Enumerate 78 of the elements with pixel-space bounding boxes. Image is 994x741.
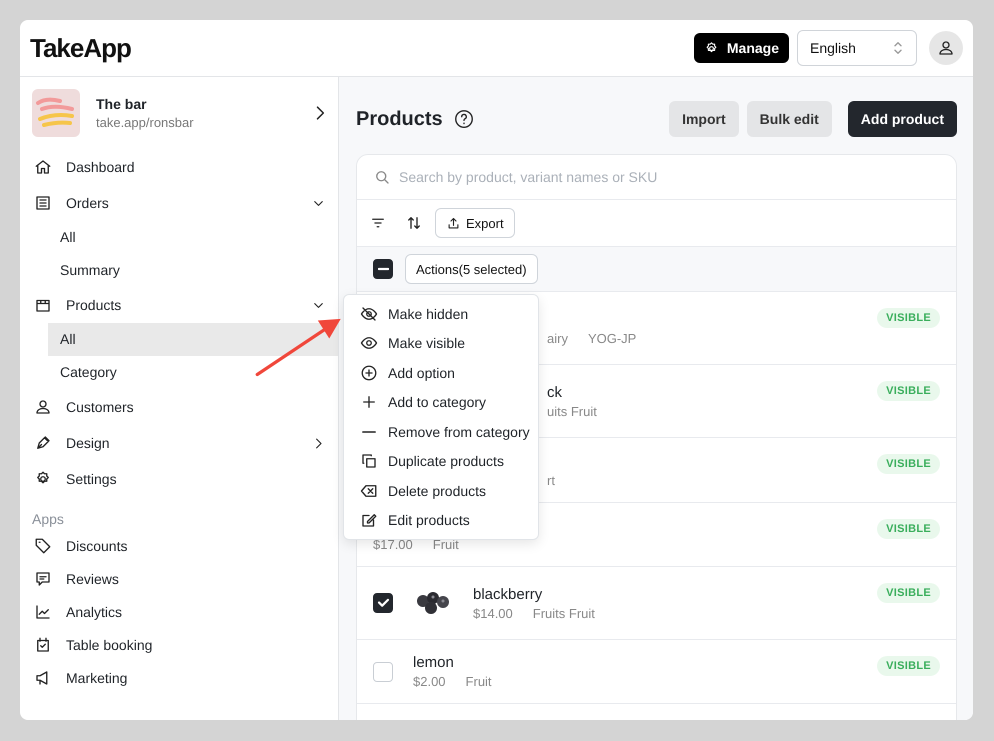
nav-item[interactable]: Customers bbox=[32, 389, 338, 425]
status-badge: VISIBLE bbox=[877, 308, 940, 328]
check-icon bbox=[378, 599, 388, 607]
minus-icon bbox=[378, 267, 388, 271]
store-url: take.app/ronsbar bbox=[96, 115, 194, 130]
eye-slash-icon bbox=[360, 304, 378, 323]
export-button[interactable]: Export bbox=[435, 208, 515, 238]
store-name: The bar bbox=[96, 96, 148, 112]
product-detail: YOG-JP bbox=[588, 330, 636, 346]
calendar-icon bbox=[34, 636, 52, 654]
app-logo: TakeApp bbox=[30, 32, 131, 64]
product-detail: Fruits Fruit bbox=[532, 606, 595, 620]
nav-item[interactable]: Analytics bbox=[32, 595, 338, 628]
add-button[interactable]: Add product bbox=[848, 101, 957, 137]
product-name: lemon bbox=[413, 654, 454, 671]
menu-item[interactable]: Add to category bbox=[344, 388, 538, 417]
menu-item[interactable]: Make hidden bbox=[344, 299, 538, 328]
section-heading: Apps bbox=[32, 511, 65, 527]
status-badge: VISIBLE bbox=[877, 381, 940, 401]
actions-button[interactable]: Actions(5 selected) bbox=[405, 254, 538, 284]
product-name: blackberry bbox=[473, 586, 542, 602]
search-icon bbox=[373, 168, 391, 186]
action-button[interactable]: Import bbox=[669, 101, 739, 137]
chat-icon bbox=[34, 570, 52, 588]
list-icon bbox=[34, 194, 52, 212]
product-detail: $17.00 bbox=[373, 537, 413, 552]
minus-icon bbox=[362, 430, 376, 434]
nav-item[interactable]: Marketing bbox=[32, 661, 338, 694]
product-detail: uits Fruit bbox=[547, 404, 597, 418]
upload-icon bbox=[446, 216, 461, 230]
nav-item[interactable]: Design bbox=[32, 425, 338, 461]
row-checkbox[interactable] bbox=[373, 593, 393, 613]
page-title: Products bbox=[356, 108, 443, 130]
action-button[interactable]: Bulk edit bbox=[746, 101, 832, 137]
language-select[interactable]: English bbox=[797, 30, 917, 66]
nav-item[interactable]: Table booking bbox=[32, 628, 338, 661]
nav-subitem[interactable]: All bbox=[48, 323, 338, 356]
edit-icon bbox=[360, 511, 378, 530]
nav-item[interactable]: Reviews bbox=[32, 562, 338, 595]
status-badge: VISIBLE bbox=[877, 519, 940, 539]
menu-item[interactable]: Duplicate products bbox=[344, 446, 538, 476]
search-field[interactable]: Search by product, variant names or SKU bbox=[397, 168, 940, 186]
user-icon bbox=[937, 39, 955, 57]
menu-item[interactable]: Make visible bbox=[344, 328, 538, 358]
account-button[interactable] bbox=[929, 31, 963, 65]
status-badge: VISIBLE bbox=[877, 583, 940, 603]
status-badge: VISIBLE bbox=[877, 454, 940, 474]
product-detail: airy bbox=[547, 330, 568, 346]
select-all-checkbox[interactable] bbox=[373, 259, 393, 279]
pen-icon bbox=[34, 434, 52, 452]
nav-subitem[interactable]: Category bbox=[48, 356, 338, 389]
product-detail: Fruit bbox=[466, 674, 492, 689]
menu-item[interactable]: Edit products bbox=[344, 506, 538, 535]
menu-item[interactable]: Delete products bbox=[344, 476, 538, 506]
nav-item[interactable]: Products bbox=[32, 287, 338, 323]
product-detail: $2.00 bbox=[413, 674, 446, 689]
copy-icon bbox=[360, 452, 378, 470]
menu-item[interactable]: Remove from category bbox=[344, 417, 538, 446]
product-detail: Fruit bbox=[432, 537, 459, 552]
home-icon bbox=[34, 158, 52, 176]
status-badge: VISIBLE bbox=[877, 656, 940, 676]
product-detail: $14.00 bbox=[473, 606, 513, 620]
tag-icon bbox=[34, 536, 52, 554]
help-icon[interactable] bbox=[452, 108, 475, 130]
nav-subitem[interactable]: Summary bbox=[48, 254, 338, 287]
menu-item[interactable]: Add option bbox=[344, 358, 538, 388]
chevron-updown-icon bbox=[892, 42, 904, 54]
sort-icon[interactable] bbox=[405, 214, 423, 232]
nav-subitem[interactable]: All bbox=[48, 221, 338, 254]
nav-item[interactable]: Discounts bbox=[32, 529, 338, 562]
product-name: ck bbox=[547, 384, 562, 400]
nav-item[interactable]: Dashboard bbox=[32, 149, 338, 185]
nav-item[interactable]: Orders bbox=[32, 185, 338, 221]
chart-icon bbox=[34, 602, 52, 620]
user-icon bbox=[34, 398, 52, 416]
nav-item[interactable]: Settings bbox=[32, 461, 338, 497]
manage-button[interactable]: Manage bbox=[694, 33, 789, 63]
product-detail: rt bbox=[547, 472, 555, 488]
